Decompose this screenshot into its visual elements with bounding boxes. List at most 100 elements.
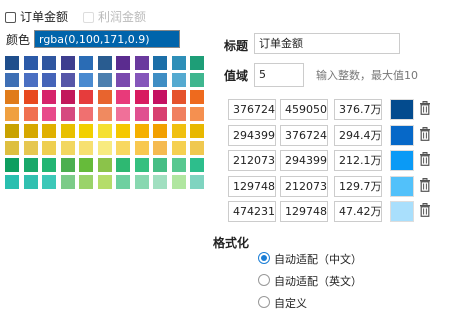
color-swatch[interactable] bbox=[97, 124, 112, 138]
color-swatch[interactable] bbox=[171, 141, 186, 155]
color-swatch[interactable] bbox=[97, 141, 112, 155]
color-swatch[interactable] bbox=[5, 73, 19, 87]
color-swatch[interactable] bbox=[153, 90, 167, 104]
color-swatch[interactable] bbox=[5, 56, 19, 70]
color-swatch[interactable] bbox=[171, 56, 186, 70]
color-swatch[interactable] bbox=[97, 175, 112, 189]
title-input[interactable]: 订单金额 bbox=[254, 33, 400, 54]
color-swatch[interactable] bbox=[116, 124, 130, 138]
color-swatch[interactable] bbox=[134, 107, 149, 121]
range-max-input[interactable]: 3767246 bbox=[280, 124, 328, 146]
range-label-input[interactable]: 212.1万~ bbox=[334, 150, 382, 171]
color-swatch[interactable] bbox=[42, 90, 56, 104]
color-swatch[interactable] bbox=[134, 141, 149, 155]
color-swatch[interactable] bbox=[42, 158, 56, 172]
color-swatch[interactable] bbox=[79, 107, 93, 121]
color-swatch[interactable] bbox=[79, 158, 93, 172]
color-swatch[interactable] bbox=[153, 141, 167, 155]
color-swatch[interactable] bbox=[60, 107, 75, 121]
trash-icon[interactable] bbox=[419, 152, 431, 166]
color-swatch[interactable] bbox=[171, 158, 186, 172]
range-min-input[interactable]: 3767246 bbox=[228, 99, 276, 120]
color-swatch[interactable] bbox=[23, 141, 38, 155]
color-swatch[interactable] bbox=[23, 73, 38, 87]
color-swatch[interactable] bbox=[190, 141, 204, 155]
color-swatch[interactable] bbox=[190, 124, 204, 138]
color-swatch[interactable] bbox=[153, 73, 167, 87]
color-swatch[interactable] bbox=[97, 107, 112, 121]
range-min-input[interactable]: 474231.6 bbox=[228, 201, 276, 222]
color-swatch[interactable] bbox=[23, 124, 38, 138]
color-swatch[interactable] bbox=[60, 124, 75, 138]
color-swatch[interactable] bbox=[171, 73, 186, 87]
color-swatch[interactable] bbox=[97, 90, 112, 104]
color-swatch[interactable] bbox=[42, 124, 56, 138]
color-swatch[interactable] bbox=[5, 90, 19, 104]
range-min-input[interactable]: 2943992 bbox=[228, 124, 276, 146]
range-color-chip[interactable] bbox=[390, 175, 414, 197]
trash-icon[interactable] bbox=[419, 101, 431, 115]
color-swatch[interactable] bbox=[116, 175, 130, 189]
color-swatch[interactable] bbox=[153, 158, 167, 172]
color-swatch[interactable] bbox=[60, 158, 75, 172]
color-swatch[interactable] bbox=[5, 141, 19, 155]
color-swatch[interactable] bbox=[79, 56, 93, 70]
color-swatch[interactable] bbox=[5, 158, 19, 172]
range-label-input[interactable]: 129.7万~ bbox=[334, 175, 382, 197]
tab-profit-amount[interactable]: 利润金额 bbox=[83, 6, 146, 28]
color-swatch[interactable] bbox=[42, 107, 56, 121]
color-swatch[interactable] bbox=[116, 141, 130, 155]
color-swatch[interactable] bbox=[23, 90, 38, 104]
format-radio[interactable] bbox=[258, 252, 270, 264]
color-swatch[interactable] bbox=[97, 158, 112, 172]
color-swatch[interactable] bbox=[116, 73, 130, 87]
color-swatch[interactable] bbox=[97, 73, 112, 87]
range-color-chip[interactable] bbox=[390, 201, 414, 222]
color-swatch[interactable] bbox=[190, 90, 204, 104]
range-label-input[interactable]: 376.7万~ bbox=[334, 99, 382, 120]
color-swatch[interactable] bbox=[171, 124, 186, 138]
color-swatch[interactable] bbox=[190, 107, 204, 121]
format-option-label[interactable]: 自动适配（中文） bbox=[274, 251, 362, 267]
color-swatch[interactable] bbox=[23, 175, 38, 189]
color-swatch[interactable] bbox=[42, 56, 56, 70]
range-max-input[interactable]: 2120739 bbox=[280, 175, 328, 197]
color-swatch[interactable] bbox=[190, 73, 204, 87]
color-swatch[interactable] bbox=[5, 124, 19, 138]
color-swatch[interactable] bbox=[42, 175, 56, 189]
color-swatch[interactable] bbox=[116, 56, 130, 70]
color-swatch[interactable] bbox=[79, 141, 93, 155]
color-swatch[interactable] bbox=[134, 73, 149, 87]
color-swatch[interactable] bbox=[134, 124, 149, 138]
color-swatch[interactable] bbox=[171, 90, 186, 104]
color-swatch[interactable] bbox=[190, 158, 204, 172]
color-swatch[interactable] bbox=[23, 56, 38, 70]
color-swatch[interactable] bbox=[116, 158, 130, 172]
format-radio[interactable] bbox=[258, 296, 270, 308]
color-swatch[interactable] bbox=[97, 56, 112, 70]
color-swatch[interactable] bbox=[79, 73, 93, 87]
color-swatch[interactable] bbox=[60, 73, 75, 87]
color-swatch[interactable] bbox=[134, 90, 149, 104]
color-swatch[interactable] bbox=[23, 107, 38, 121]
color-swatch[interactable] bbox=[79, 124, 93, 138]
range-min-input[interactable]: 2120739 bbox=[228, 150, 276, 171]
color-swatch[interactable] bbox=[134, 56, 149, 70]
color-swatch[interactable] bbox=[60, 141, 75, 155]
range-max-input[interactable]: 2943992 bbox=[280, 150, 328, 171]
color-swatch[interactable] bbox=[60, 90, 75, 104]
trash-icon[interactable] bbox=[419, 203, 431, 217]
color-value-field[interactable]: rgba(0,100,171,0.9) bbox=[34, 30, 180, 48]
color-swatch[interactable] bbox=[153, 56, 167, 70]
color-swatch[interactable] bbox=[116, 90, 130, 104]
color-swatch[interactable] bbox=[116, 107, 130, 121]
color-swatch[interactable] bbox=[190, 175, 204, 189]
range-max-input[interactable]: 1297485 bbox=[280, 201, 328, 222]
color-swatch[interactable] bbox=[134, 175, 149, 189]
color-swatch[interactable] bbox=[42, 141, 56, 155]
color-swatch[interactable] bbox=[79, 175, 93, 189]
color-swatch[interactable] bbox=[5, 175, 19, 189]
color-swatch[interactable] bbox=[5, 107, 19, 121]
range-min-input[interactable]: 1297485 bbox=[228, 175, 276, 197]
color-swatch[interactable] bbox=[23, 158, 38, 172]
